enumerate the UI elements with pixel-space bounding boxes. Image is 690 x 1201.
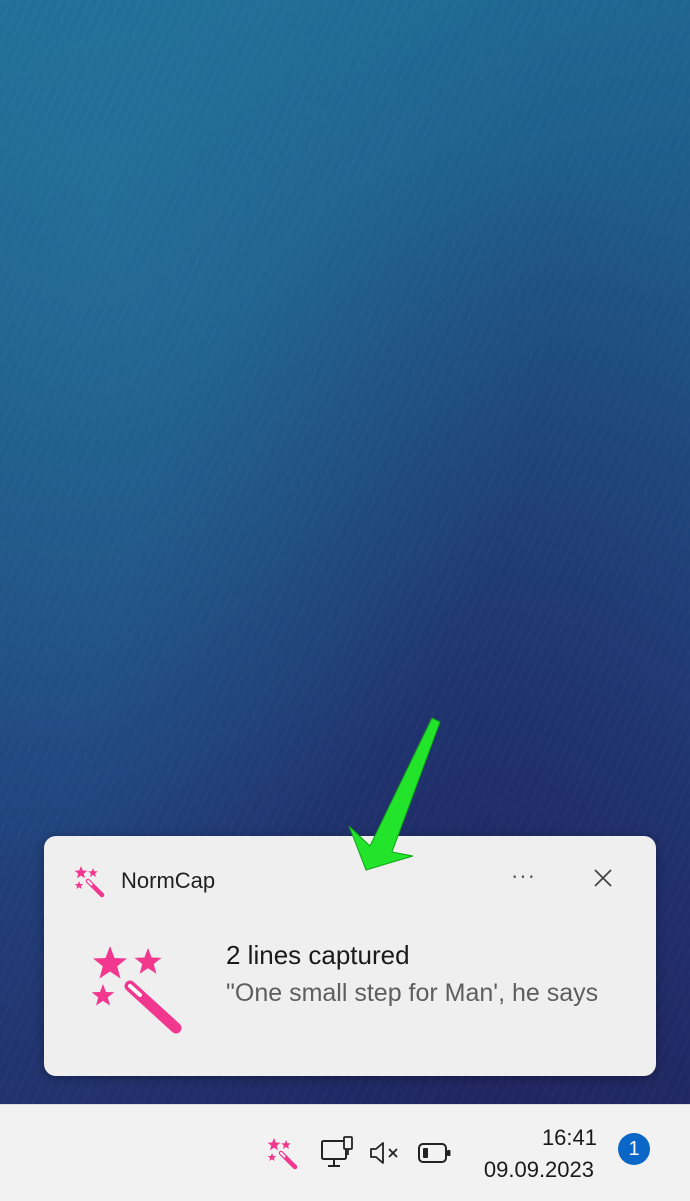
notification-count-badge[interactable]: 1 bbox=[618, 1133, 650, 1165]
close-icon[interactable] bbox=[589, 864, 617, 892]
taskbar: 16:41 09.09.2023 bbox=[0, 1104, 690, 1201]
normcap-tray-icon[interactable] bbox=[265, 1136, 299, 1170]
volume-muted-icon[interactable] bbox=[368, 1139, 402, 1167]
toast-title: 2 lines captured bbox=[226, 940, 410, 970]
clock-date[interactable]: 09.09.2023 bbox=[484, 1157, 594, 1183]
magic-wand-icon bbox=[91, 946, 182, 1034]
network-icon[interactable] bbox=[320, 1135, 356, 1171]
toast-notification[interactable]: NormCap ··· 2 lines captured "One small … bbox=[44, 836, 656, 1076]
toast-more-options-button[interactable]: ··· bbox=[507, 860, 541, 894]
toast-app-name: NormCap bbox=[121, 868, 216, 893]
magic-wand-icon bbox=[74, 866, 105, 898]
toast-body-text: "One small step for Man', he says bbox=[226, 979, 599, 1007]
clock-time[interactable]: 16:41 bbox=[542, 1125, 597, 1151]
battery-icon[interactable] bbox=[417, 1141, 453, 1165]
